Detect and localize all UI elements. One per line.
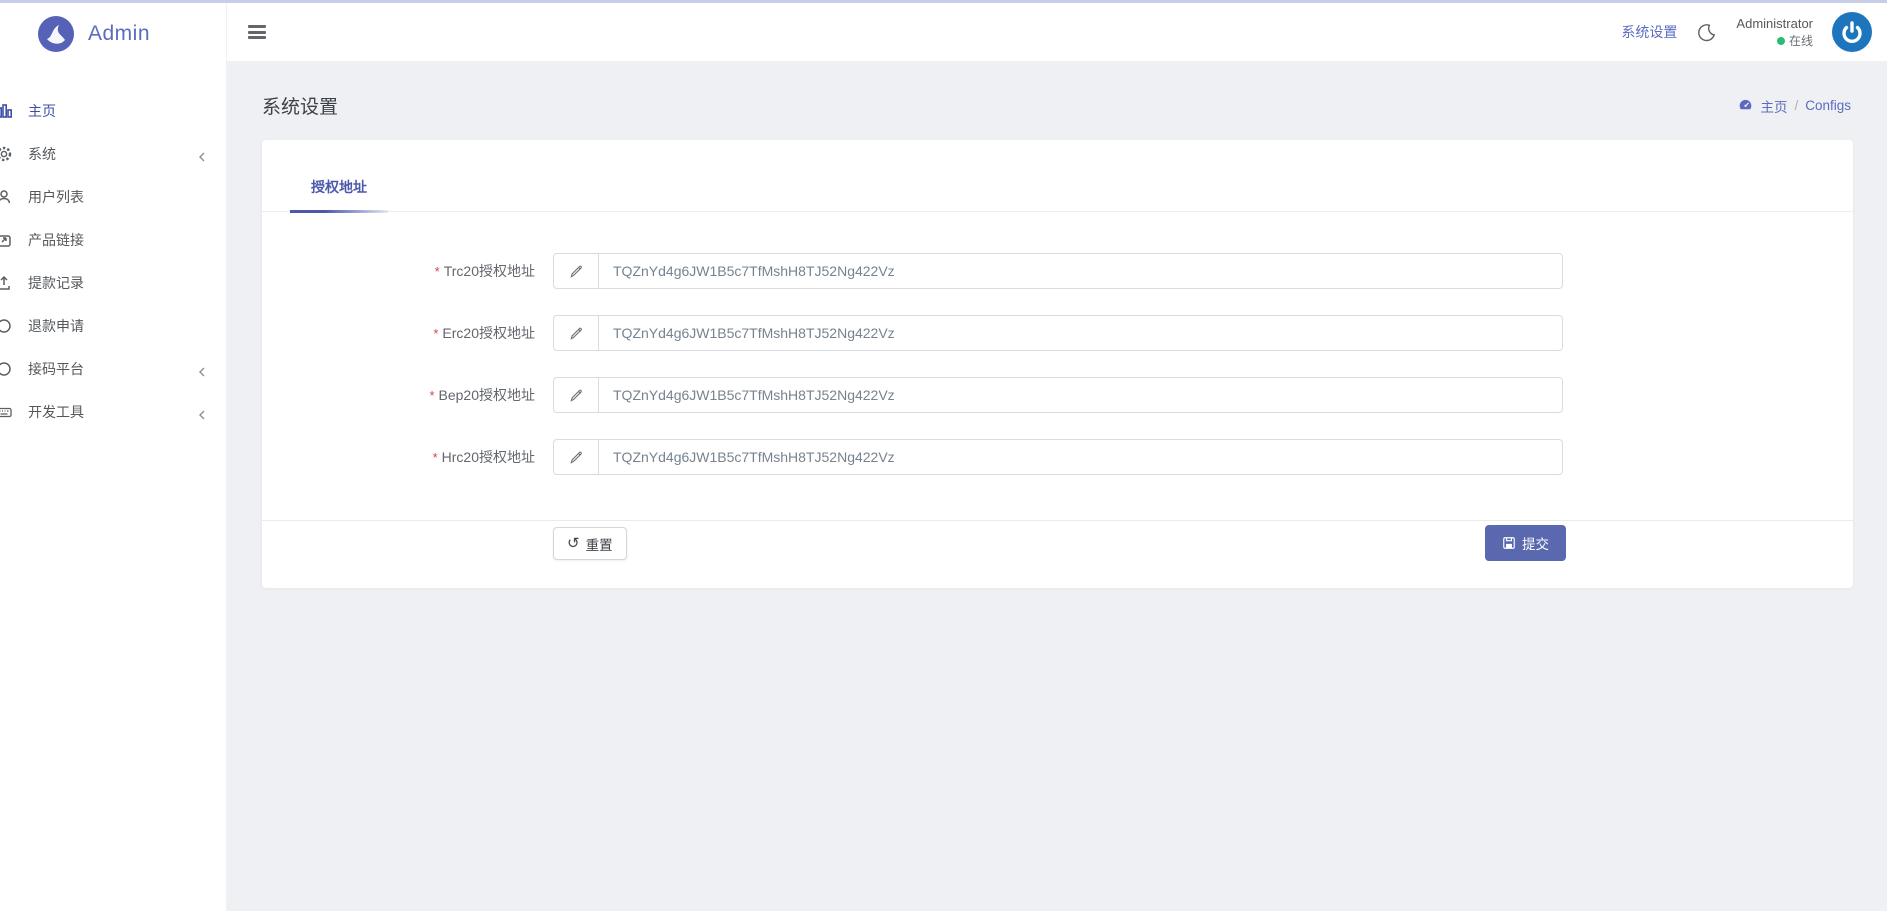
brand-logo-icon: [38, 16, 74, 52]
sidebar-item-home[interactable]: 主页: [0, 89, 226, 132]
sidebar-item-sms-platform[interactable]: 接码平台: [0, 347, 226, 390]
breadcrumb-current[interactable]: Configs: [1805, 98, 1851, 113]
erc20-address-input[interactable]: [599, 316, 1562, 350]
required-asterisk: *: [432, 450, 438, 465]
box-arrow-icon: [0, 231, 13, 249]
sidebar-item-label: 产品链接: [28, 231, 84, 248]
topbar-settings-link[interactable]: 系统设置: [1621, 22, 1677, 42]
field-label: * Hrc20授权地址: [432, 449, 535, 465]
hrc20-address-input[interactable]: [599, 440, 1562, 474]
online-status-dot: [1776, 36, 1785, 45]
circle-icon: [0, 317, 13, 335]
user-icon: [0, 188, 13, 206]
dark-mode-moon-icon[interactable]: [1696, 22, 1717, 43]
breadcrumb-separator: /: [1794, 98, 1799, 113]
sidebar-item-users[interactable]: 用户列表: [0, 175, 226, 218]
menu-toggle-icon[interactable]: [248, 25, 266, 39]
bep20-address-input[interactable]: [599, 378, 1562, 412]
reset-icon: ↺: [567, 535, 580, 552]
form-row: * Erc20授权地址: [262, 315, 1853, 351]
input-group: [553, 439, 1563, 475]
upload-icon: [0, 274, 13, 292]
bar-chart-icon: [0, 102, 13, 120]
input-group: [553, 377, 1563, 413]
top-accent-strip: [0, 0, 1887, 3]
sidebar-item-refund-requests[interactable]: 退款申请: [0, 304, 226, 347]
submit-button-label: 提交: [1522, 537, 1549, 552]
input-group: [553, 315, 1563, 351]
tab-authorization-address[interactable]: 授权地址: [290, 163, 388, 213]
required-asterisk: *: [429, 388, 435, 403]
sidebar-menu: 主页 系统 用户列表 产品链接 提款记录 退款申请 接码平台 开发工具: [0, 89, 226, 433]
save-icon: [1503, 537, 1515, 549]
pencil-icon: [554, 316, 599, 350]
sidebar: Admin 主页 系统 用户列表 产品链接 提款记录 退款申请 接码平台 开发工…: [0, 3, 227, 911]
content-area: 系统设置 主页 / Configs 授权地址 * Trc20授权地址 TQZnY…: [227, 62, 1887, 911]
sidebar-item-system[interactable]: 系统: [0, 132, 226, 175]
avatar[interactable]: [1832, 12, 1872, 52]
form-row: * Bep20授权地址: [262, 377, 1853, 413]
topbar: 系统设置 Administrator 在线: [227, 3, 1887, 62]
brand-name: Admin: [88, 22, 151, 45]
reset-button[interactable]: ↺ 重置: [553, 527, 627, 560]
chevron-left-icon: [197, 149, 207, 161]
sidebar-item-label: 主页: [28, 102, 56, 119]
sidebar-item-label: 用户列表: [28, 188, 84, 205]
field-label: * Trc20授权地址: [434, 263, 535, 279]
sidebar-item-withdraw-records[interactable]: 提款记录: [0, 261, 226, 304]
user-name: Administrator: [1736, 16, 1813, 32]
pencil-icon: [554, 254, 599, 288]
sidebar-item-label: 提款记录: [28, 274, 84, 291]
sidebar-item-label: 接码平台: [28, 360, 84, 377]
form-row: * Hrc20授权地址: [262, 439, 1853, 475]
chevron-left-icon: [197, 364, 207, 376]
sidebar-item-label: 退款申请: [28, 317, 84, 334]
user-status-label: 在线: [1788, 33, 1813, 48]
keyboard-icon: [0, 403, 13, 421]
required-asterisk: *: [434, 264, 440, 279]
user-menu[interactable]: Administrator 在线: [1736, 15, 1813, 49]
breadcrumb-home-link[interactable]: 主页: [1760, 96, 1787, 116]
user-status: 在线: [1736, 33, 1813, 49]
dashboard-icon: [1738, 98, 1753, 113]
reset-button-label: 重置: [585, 537, 613, 553]
breadcrumb: 主页 / Configs: [1738, 96, 1851, 116]
pencil-icon: [554, 378, 599, 412]
submit-button[interactable]: 提交: [1485, 525, 1566, 561]
field-label: * Erc20授权地址: [433, 325, 535, 341]
power-icon: [1842, 21, 1862, 43]
sidebar-item-label: 系统: [28, 145, 56, 162]
required-asterisk: *: [433, 326, 439, 341]
pencil-icon: [554, 440, 599, 474]
form-row: * Trc20授权地址: [262, 253, 1853, 289]
field-label: * Bep20授权地址: [429, 387, 535, 403]
gear-icon: [0, 145, 13, 163]
tabs-bar: 授权地址: [262, 140, 1853, 213]
chevron-left-icon: [197, 407, 207, 419]
page-title: 系统设置: [262, 97, 339, 118]
card-footer-divider: [262, 520, 1853, 521]
input-group: [553, 253, 1563, 289]
settings-card: 授权地址 *Trc20授权地址 *Erc20授权地址: [262, 140, 1853, 588]
sidebar-item-dev-tools[interactable]: 开发工具: [0, 390, 226, 433]
circle-icon: [0, 360, 13, 378]
sidebar-item-label: 开发工具: [28, 403, 84, 420]
trc20-address-input[interactable]: [599, 254, 1562, 288]
brand[interactable]: Admin: [0, 3, 226, 65]
sidebar-item-product-links[interactable]: 产品链接: [0, 218, 226, 261]
